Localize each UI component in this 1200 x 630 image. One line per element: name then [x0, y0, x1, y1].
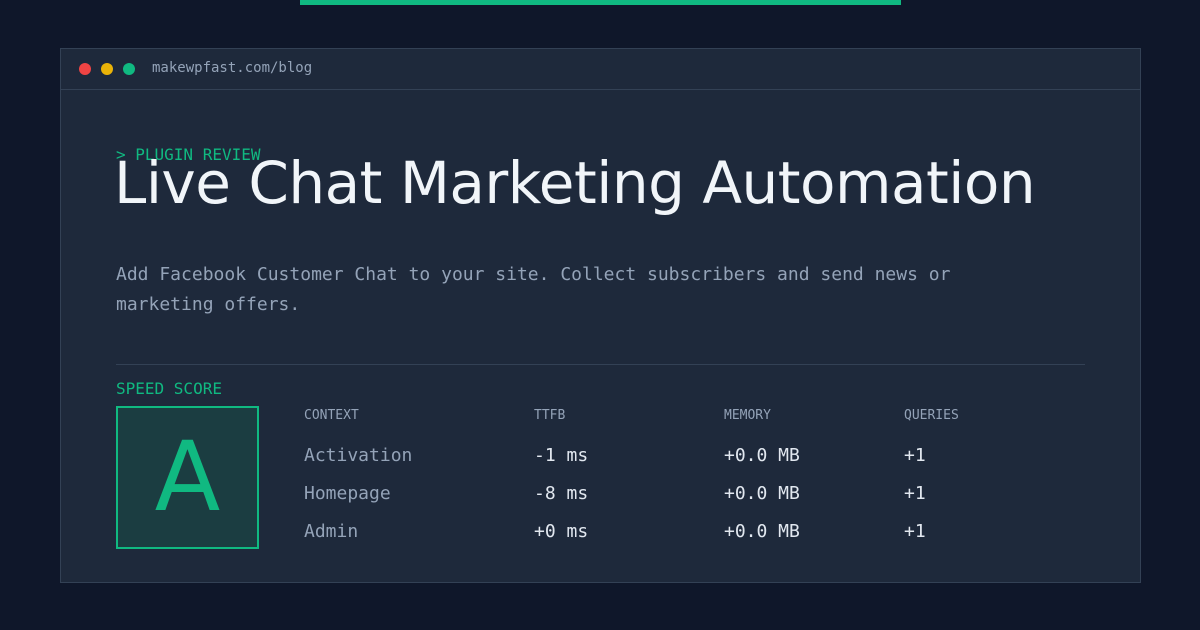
row-homepage-ttfb: -8 ms	[534, 483, 589, 504]
row-homepage-queries: +1	[904, 483, 926, 504]
row-admin-context: Admin	[304, 521, 359, 542]
minimize-dot-icon[interactable]	[101, 63, 113, 75]
row-activation-memory: +0.0 MB	[724, 445, 800, 466]
accent-bar	[300, 0, 901, 5]
url-text: makewpfast.com/blog	[152, 60, 313, 76]
browser-window: makewpfast.com/blog > PLUGIN REVIEW Live…	[60, 48, 1141, 583]
column-header-context: CONTEXT	[304, 408, 359, 423]
row-homepage-memory: +0.0 MB	[724, 483, 800, 504]
close-dot-icon[interactable]	[79, 63, 91, 75]
window-titlebar: makewpfast.com/blog	[61, 49, 1140, 90]
grade-letter: A	[154, 421, 221, 533]
row-admin-ttfb: +0 ms	[534, 521, 589, 542]
page-title: Live Chat Marketing Automation	[114, 149, 1036, 217]
maximize-dot-icon[interactable]	[123, 63, 135, 75]
row-activation-queries: +1	[904, 445, 926, 466]
column-header-queries: QUERIES	[904, 408, 959, 423]
speed-score-label: SPEED SCORE	[116, 379, 222, 398]
grade-badge: A	[116, 406, 259, 549]
row-homepage-context: Homepage	[304, 483, 391, 504]
row-activation-ttfb: -1 ms	[534, 445, 589, 466]
row-admin-memory: +0.0 MB	[724, 521, 800, 542]
row-activation-context: Activation	[304, 445, 413, 466]
plugin-description: Add Facebook Customer Chat to your site.…	[116, 264, 951, 315]
column-header-ttfb: TTFB	[534, 408, 566, 423]
row-admin-queries: +1	[904, 521, 926, 542]
divider	[116, 364, 1085, 365]
column-header-memory: MEMORY	[724, 408, 771, 423]
